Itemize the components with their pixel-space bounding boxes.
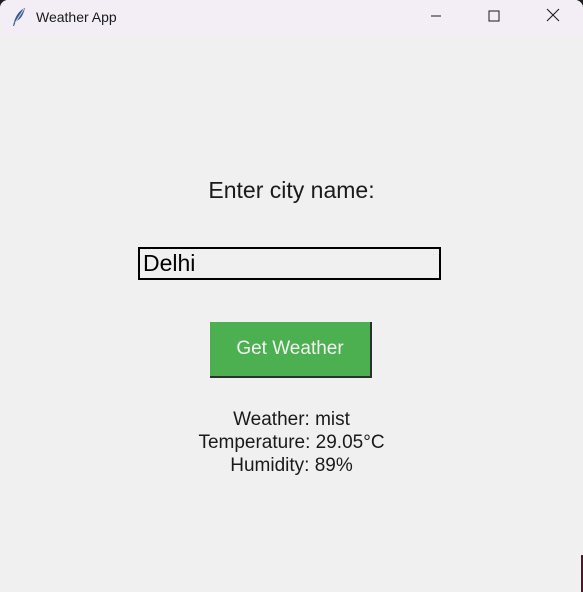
get-weather-button-label: Get Weather: [236, 338, 344, 359]
app-window: Weather App Enter city name: Get Weather: [0, 0, 583, 592]
temperature-reading: Temperature: 29.05°C: [198, 432, 385, 453]
feather-icon: [11, 7, 27, 27]
weather-result: Weather: mist Temperature: 29.05°C Humid…: [0, 408, 583, 477]
maximize-icon: [488, 9, 500, 27]
minimize-icon: [430, 9, 442, 27]
get-weather-button[interactable]: Get Weather: [210, 322, 372, 378]
weather-description: Weather: mist: [233, 409, 350, 430]
maximize-button[interactable]: [465, 0, 523, 35]
city-prompt-label: Enter city name:: [208, 177, 375, 203]
close-icon: [546, 8, 560, 27]
close-button[interactable]: [523, 0, 583, 35]
minimize-button[interactable]: [407, 0, 465, 35]
title-bar[interactable]: Weather App: [0, 0, 583, 35]
humidity-reading: Humidity: 89%: [230, 455, 353, 476]
city-input[interactable]: [138, 247, 441, 280]
app-content: Enter city name: Get Weather Weather: mi…: [0, 35, 583, 592]
window-title: Weather App: [36, 9, 117, 25]
